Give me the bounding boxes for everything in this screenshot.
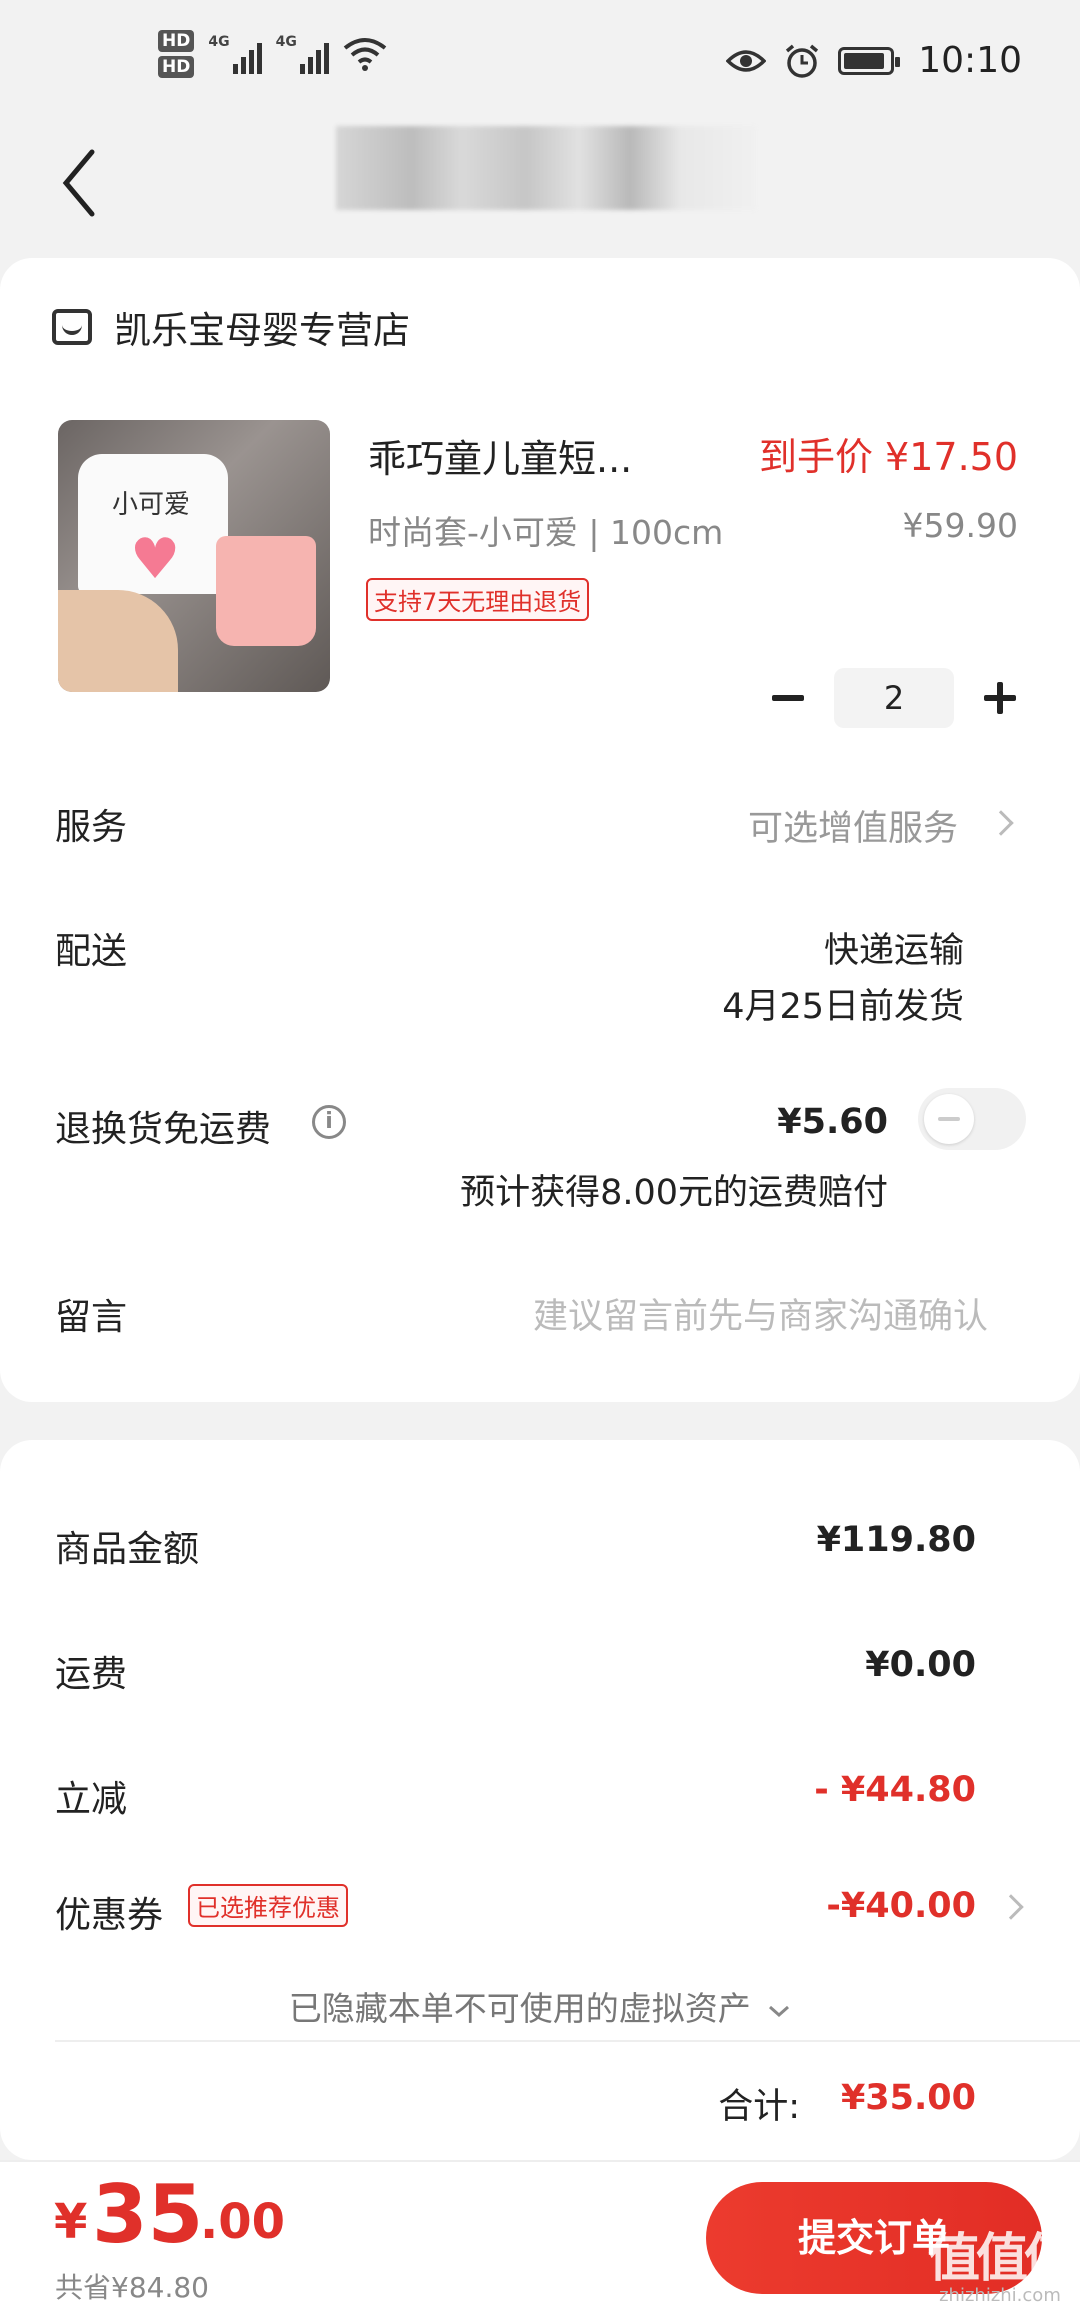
nav-bar — [0, 120, 1080, 250]
hd-indicators: HD HD — [158, 30, 195, 78]
eye-icon — [726, 49, 767, 72]
watermark-logo: 值值值 — [927, 2229, 1076, 2289]
watermark-url: zhizhizhi.com — [939, 2285, 1061, 2306]
status-right: 10:10 — [726, 40, 1022, 81]
chevron-right-icon[interactable] — [988, 810, 1014, 836]
status-left: HD HD 4G 4G — [158, 30, 387, 78]
shorts-image — [216, 536, 316, 646]
quantity-value[interactable]: 2 — [834, 668, 954, 728]
product-spec[interactable]: 时尚套-小可爱 | 100cm — [368, 506, 723, 554]
pay-currency: ¥ — [54, 2194, 88, 2250]
total-value: ¥35.00 — [840, 2078, 976, 2118]
store-name: 凯乐宝母婴专营店 — [114, 309, 410, 352]
order-item-card: 凯乐宝母婴专营店 小可爱 ♥ 乖巧童儿童短... 到手价 ¥17.50 时尚套-… — [0, 258, 1080, 1402]
shipping-fee-label: 运费 — [55, 1654, 128, 1695]
pay-amount-decimal: .00 — [200, 2194, 286, 2250]
coupon-value[interactable]: -¥40.00 — [826, 1886, 976, 1926]
hd1-badge: HD — [158, 30, 195, 52]
discount-value: - ¥44.80 — [814, 1770, 976, 1810]
signal-icon-2: 4G — [276, 34, 329, 74]
coupon-label: 优惠券 — [55, 1895, 164, 1936]
delivery-label: 配送 — [55, 931, 128, 972]
goods-amount-value: ¥119.80 — [816, 1520, 976, 1560]
summary-divider — [55, 2040, 1080, 2042]
alarm-icon — [786, 44, 819, 78]
product-final-price: 到手价 ¥17.50 — [758, 435, 1018, 479]
service-value[interactable]: 可选增值服务 — [748, 800, 958, 851]
hidden-assets-toggle[interactable]: 已隐藏本单不可使用的虚拟资产 — [0, 1982, 1080, 2030]
coupon-recommended-badge: 已选推荐优惠 — [188, 1884, 348, 1927]
battery-icon — [838, 46, 901, 75]
store-header[interactable]: 凯乐宝母婴专营店 — [52, 300, 410, 354]
return-shipping-note: 预计获得8.00元的运费赔付 — [460, 1173, 888, 1213]
toggle-knob — [924, 1094, 974, 1144]
return-shipping-price: ¥5.60 — [777, 1102, 888, 1142]
status-time: 10:10 — [918, 40, 1022, 81]
watermark: 值值值 zhizhizhi.com — [927, 2229, 1076, 2306]
delivery-date: 4月25日前发货 — [722, 987, 964, 1027]
shirt-image: 小可爱 ♥ — [78, 454, 228, 594]
chevron-down-icon — [769, 2005, 790, 2017]
hand-image — [58, 590, 178, 692]
return-policy-badge: 支持7天无理由退货 — [366, 578, 590, 621]
store-icon — [52, 309, 92, 345]
network-type-1: 4G — [208, 34, 230, 50]
product-name[interactable]: 乖巧童儿童短... — [368, 428, 632, 483]
blurred-page-title — [336, 126, 756, 210]
total-label: 合计: — [718, 2087, 800, 2127]
shipping-fee-value: ¥0.00 — [865, 1645, 976, 1685]
service-label: 服务 — [55, 807, 128, 848]
heart-icon: ♥ — [130, 527, 181, 592]
saved-amount: 共省¥84.80 — [55, 2271, 209, 2304]
wifi-icon — [343, 38, 387, 71]
thumb-text: 小可爱 — [112, 490, 191, 520]
product-thumbnail[interactable]: 小可爱 ♥ — [58, 420, 330, 692]
info-icon[interactable]: i — [312, 1105, 346, 1139]
increase-quantity-button[interactable] — [980, 678, 1020, 718]
return-shipping-label: 退换货免运费 — [55, 1109, 272, 1150]
signal-icon: 4G — [208, 34, 262, 74]
status-bar: HD HD 4G 4G 10:10 — [0, 0, 1080, 120]
back-arrow-icon[interactable] — [58, 148, 98, 218]
network-type-2: 4G — [275, 34, 297, 50]
hd2-badge: HD — [158, 56, 195, 78]
product-original-price: ¥59.90 — [902, 506, 1018, 545]
return-shipping-toggle[interactable] — [918, 1088, 1026, 1150]
goods-amount-label: 商品金额 — [55, 1529, 200, 1570]
hidden-assets-text: 已隐藏本单不可使用的虚拟资产 — [288, 1989, 751, 2028]
message-input[interactable]: 建议留言前先与商家沟通确认 — [533, 1288, 988, 1339]
decrease-quantity-button[interactable] — [768, 678, 808, 718]
message-label: 留言 — [55, 1297, 128, 1338]
quantity-stepper: 2 — [768, 668, 1020, 728]
discount-label: 立减 — [55, 1779, 128, 1820]
delivery-method: 快递运输 — [823, 931, 964, 971]
pay-amount-integer: 35 — [92, 2168, 204, 2261]
checkout-bar: ¥ 35 .00 共省¥84.80 提交订单 值值值 zhizhizhi.com — [0, 2160, 1080, 2310]
